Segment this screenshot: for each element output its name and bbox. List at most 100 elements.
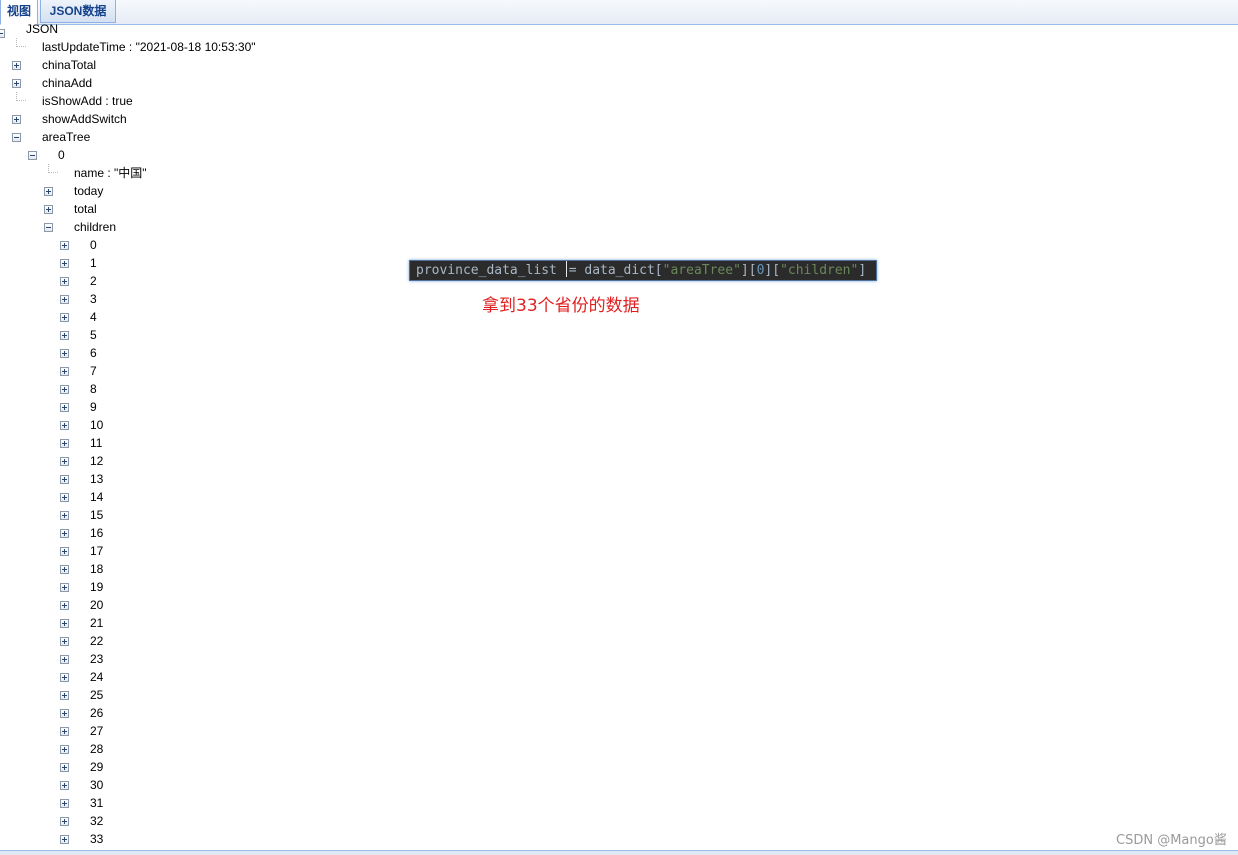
tree-node-label: chinaAdd	[42, 76, 93, 90]
tree-node-label: showAddSwitch	[42, 112, 127, 126]
expand-icon[interactable]	[60, 547, 69, 556]
code-snippet: province_data_list = data_dict["areaTree…	[409, 260, 877, 281]
expand-icon[interactable]	[60, 367, 69, 376]
code-bracket: ][	[740, 263, 757, 278]
expand-icon[interactable]	[60, 583, 69, 592]
tree-node-label: 32	[90, 814, 104, 828]
expand-icon[interactable]	[60, 817, 69, 826]
code-string-key: "areaTree"	[662, 263, 741, 278]
tree-node-label: isShowAdd : true	[42, 94, 133, 108]
tree-node-label: 23	[90, 652, 104, 666]
expand-icon[interactable]	[60, 385, 69, 394]
tab-bar: 视图 JSON数据	[0, 0, 1238, 25]
collapse-icon[interactable]	[12, 133, 21, 142]
expand-icon[interactable]	[60, 241, 69, 250]
expand-icon[interactable]	[60, 835, 69, 844]
tree-node-label: 2	[90, 274, 97, 288]
tree-node-label: today	[74, 184, 104, 198]
expand-icon[interactable]	[60, 601, 69, 610]
expand-icon[interactable]	[60, 457, 69, 466]
expand-icon[interactable]	[60, 673, 69, 682]
code-bracket: ]	[858, 263, 867, 278]
expand-icon[interactable]	[60, 493, 69, 502]
tree-node-label: 31	[90, 796, 104, 810]
collapse-icon[interactable]	[44, 223, 53, 232]
expand-icon[interactable]	[12, 115, 21, 124]
collapse-icon[interactable]	[28, 151, 37, 160]
expand-icon[interactable]	[60, 799, 69, 808]
expand-icon[interactable]	[60, 259, 69, 268]
tree-node-label: 18	[90, 562, 104, 576]
expand-icon[interactable]	[60, 349, 69, 358]
tree-node-label: 27	[90, 724, 104, 738]
expand-icon[interactable]	[12, 61, 21, 70]
tree-node-label: 8	[90, 382, 97, 396]
bottom-bar	[0, 850, 1238, 855]
tree-node-label: 12	[90, 454, 104, 468]
tree-node-label: 33	[90, 832, 104, 846]
expand-icon[interactable]	[60, 781, 69, 790]
expand-icon[interactable]	[44, 187, 53, 196]
expand-icon[interactable]	[12, 79, 21, 88]
watermark: CSDN @Mango酱	[1116, 833, 1227, 848]
expand-icon[interactable]	[60, 439, 69, 448]
tree-leaf-connector	[16, 38, 26, 47]
tree-node-label: 7	[90, 364, 97, 378]
tree-node-label: 16	[90, 526, 104, 540]
tree-node-label: lastUpdateTime : "2021-08-18 10:53:30"	[42, 40, 256, 54]
tree-node-label: 6	[90, 346, 97, 360]
tree-node-label: 30	[90, 778, 104, 792]
tree-node-label: 11	[90, 436, 103, 450]
expand-icon[interactable]	[60, 475, 69, 484]
expand-icon[interactable]	[60, 709, 69, 718]
expand-icon[interactable]	[60, 511, 69, 520]
tree-node-label: 20	[90, 598, 104, 612]
tree-node-label: 1	[90, 256, 97, 270]
expand-icon[interactable]	[60, 727, 69, 736]
expand-icon[interactable]	[60, 763, 69, 772]
expand-icon[interactable]	[60, 565, 69, 574]
code-variable: province_data_list	[416, 263, 557, 278]
tree-node-label: 0	[90, 238, 97, 252]
expand-icon[interactable]	[60, 403, 69, 412]
expand-icon[interactable]	[60, 655, 69, 664]
tree-node-label: 28	[90, 742, 104, 756]
tree-node-label: children	[74, 220, 117, 234]
tree-node-label: 22	[90, 634, 104, 648]
expand-icon[interactable]	[60, 421, 69, 430]
collapse-icon[interactable]	[0, 29, 5, 38]
tree-node-label: 15	[90, 508, 104, 522]
expand-icon[interactable]	[60, 619, 69, 628]
tree-node-label: 0	[58, 148, 65, 162]
expand-icon[interactable]	[60, 277, 69, 286]
expand-icon[interactable]	[60, 295, 69, 304]
tree-node-label: 29	[90, 760, 104, 774]
expand-icon[interactable]	[60, 529, 69, 538]
tree-node-label: 26	[90, 706, 104, 720]
code-assign: = data_dict[	[568, 263, 663, 278]
expand-icon[interactable]	[60, 745, 69, 754]
tree-node-label: 9	[90, 400, 97, 414]
tree-node-label: 13	[90, 472, 104, 486]
tree-leaf-connector	[16, 92, 26, 101]
tree-node-label: 14	[90, 490, 104, 504]
expand-icon[interactable]	[44, 205, 53, 214]
code-bracket: ][	[764, 263, 781, 278]
tree-node-label: 5	[90, 328, 97, 342]
tree-node-label: 17	[90, 544, 104, 558]
expand-icon[interactable]	[60, 691, 69, 700]
expand-icon[interactable]	[60, 313, 69, 322]
code-string-key: "children"	[780, 263, 859, 278]
expand-icon[interactable]	[60, 331, 69, 340]
tab-view[interactable]: 视图	[0, 0, 38, 25]
tree-node-label: 25	[90, 688, 104, 702]
tree-node-label: name : "中国"	[74, 166, 147, 180]
tab-json-data[interactable]: JSON数据	[40, 0, 116, 23]
tree-node-label: JSON	[26, 24, 59, 36]
tree-node-label: chinaTotal	[42, 58, 97, 72]
tree-node-label: 4	[90, 310, 97, 324]
tree-node-label: 19	[90, 580, 104, 594]
tree-node-label: areaTree	[42, 130, 91, 144]
annotation-text: 拿到33个省份的数据	[482, 296, 640, 316]
expand-icon[interactable]	[60, 637, 69, 646]
